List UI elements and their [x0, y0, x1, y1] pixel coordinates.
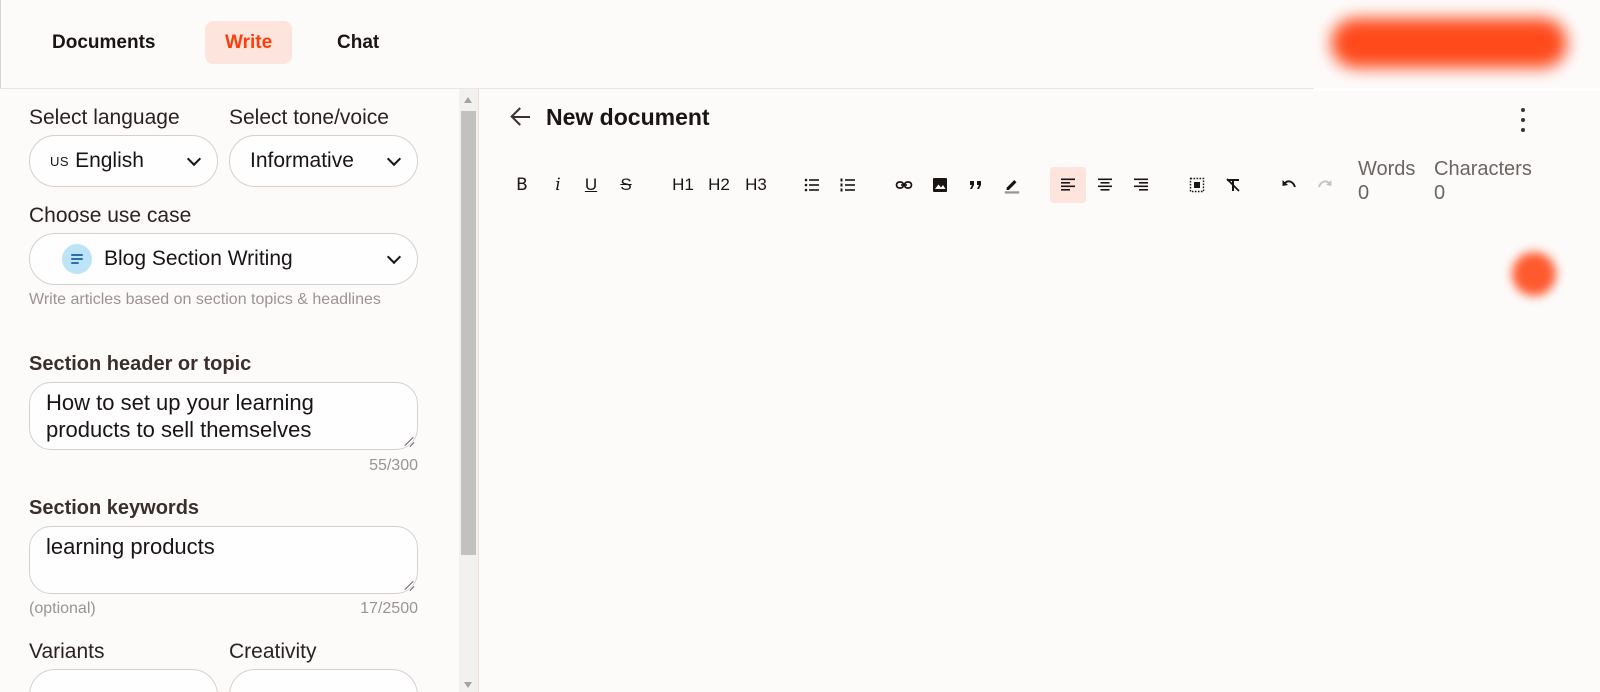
- characters-label: Characters: [1434, 158, 1532, 180]
- use-case-select[interactable]: Blog Section Writing: [29, 233, 418, 285]
- words-label: Words: [1358, 158, 1416, 180]
- language-label: Select language: [29, 106, 180, 129]
- section-header-textarea[interactable]: How to set up your learning products to …: [29, 382, 418, 450]
- clear-format-icon[interactable]: [1220, 167, 1246, 203]
- more-options-icon[interactable]: [1517, 108, 1529, 132]
- section-keywords-counter: 17/2500: [360, 600, 418, 617]
- left-panel-scrollbar[interactable]: [459, 89, 478, 692]
- bullet-list-icon[interactable]: [799, 167, 825, 203]
- underline-button[interactable]: U: [578, 167, 604, 203]
- us-flag-icon: US: [50, 153, 70, 169]
- scroll-thumb[interactable]: [461, 111, 476, 555]
- resize-handle-icon[interactable]: [404, 580, 414, 590]
- left-form-panel: Select language Select tone/voice US Eng…: [0, 89, 460, 692]
- redo-icon: [1312, 167, 1338, 203]
- strikethrough-button[interactable]: S: [613, 167, 639, 203]
- italic-button[interactable]: i: [545, 167, 571, 203]
- section-keywords-value: learning products: [46, 534, 215, 559]
- language-select[interactable]: US English: [29, 135, 218, 187]
- use-case-hint: Write articles based on section topics &…: [29, 291, 381, 308]
- document-title[interactable]: New document: [546, 104, 710, 131]
- heading3-button[interactable]: H3: [743, 167, 769, 203]
- scroll-up-arrow-icon[interactable]: [464, 97, 472, 103]
- top-navigation-bar: Documents Write Chat: [0, 0, 1600, 89]
- align-right-icon[interactable]: [1128, 167, 1154, 203]
- use-case-value: Blog Section Writing: [104, 247, 293, 270]
- undo-icon[interactable]: [1276, 167, 1302, 203]
- image-icon[interactable]: [927, 167, 953, 203]
- section-keywords-textarea[interactable]: learning products: [29, 526, 418, 594]
- variants-select[interactable]: [29, 669, 218, 692]
- variants-label: Variants: [29, 640, 105, 663]
- creativity-select[interactable]: [229, 669, 418, 692]
- section-header-value: How to set up your learning products to …: [46, 390, 314, 442]
- back-arrow-icon[interactable]: [510, 106, 532, 128]
- tone-label: Select tone/voice: [229, 106, 389, 129]
- align-left-icon[interactable]: [1050, 167, 1086, 203]
- section-header-label: Section header or topic: [29, 353, 252, 375]
- highlight-pen-icon[interactable]: [999, 167, 1025, 203]
- floating-action-button[interactable]: [1512, 252, 1556, 296]
- tab-documents[interactable]: Documents: [32, 21, 175, 64]
- tone-select[interactable]: Informative: [229, 135, 418, 187]
- word-count: Words 0: [1358, 157, 1415, 205]
- characters-value: 0: [1434, 182, 1446, 204]
- heading2-button[interactable]: H2: [706, 167, 732, 203]
- character-count: Characters 0: [1434, 157, 1532, 205]
- section-keywords-label: Section keywords: [29, 497, 200, 519]
- tab-write[interactable]: Write: [205, 21, 293, 64]
- scroll-down-arrow-icon[interactable]: [464, 682, 472, 688]
- editor-header: New document: [510, 100, 710, 134]
- select-all-icon[interactable]: [1184, 167, 1210, 203]
- language-value: English: [75, 149, 144, 172]
- tone-value: Informative: [250, 149, 354, 172]
- creativity-label: Creativity: [229, 640, 317, 663]
- document-lines-icon: [62, 244, 92, 274]
- blurred-cta-button[interactable]: [1331, 18, 1567, 68]
- panel-divider: [478, 89, 479, 692]
- topbar-divider-cover: [1314, 88, 1600, 91]
- chevron-down-icon: [386, 249, 402, 265]
- tab-chat[interactable]: Chat: [317, 21, 399, 64]
- words-value: 0: [1358, 182, 1370, 204]
- resize-handle-icon[interactable]: [404, 436, 414, 446]
- chevron-down-icon: [386, 151, 402, 167]
- align-center-icon[interactable]: [1092, 167, 1118, 203]
- link-icon[interactable]: [891, 167, 917, 203]
- use-case-label: Choose use case: [29, 204, 192, 227]
- bold-button[interactable]: B: [509, 167, 535, 203]
- section-header-counter: 55/300: [369, 457, 418, 474]
- keywords-optional-hint: (optional): [29, 600, 96, 617]
- numbered-list-icon[interactable]: [835, 167, 861, 203]
- chevron-down-icon: [186, 151, 202, 167]
- quote-icon[interactable]: [963, 167, 989, 203]
- heading1-button[interactable]: H1: [670, 167, 696, 203]
